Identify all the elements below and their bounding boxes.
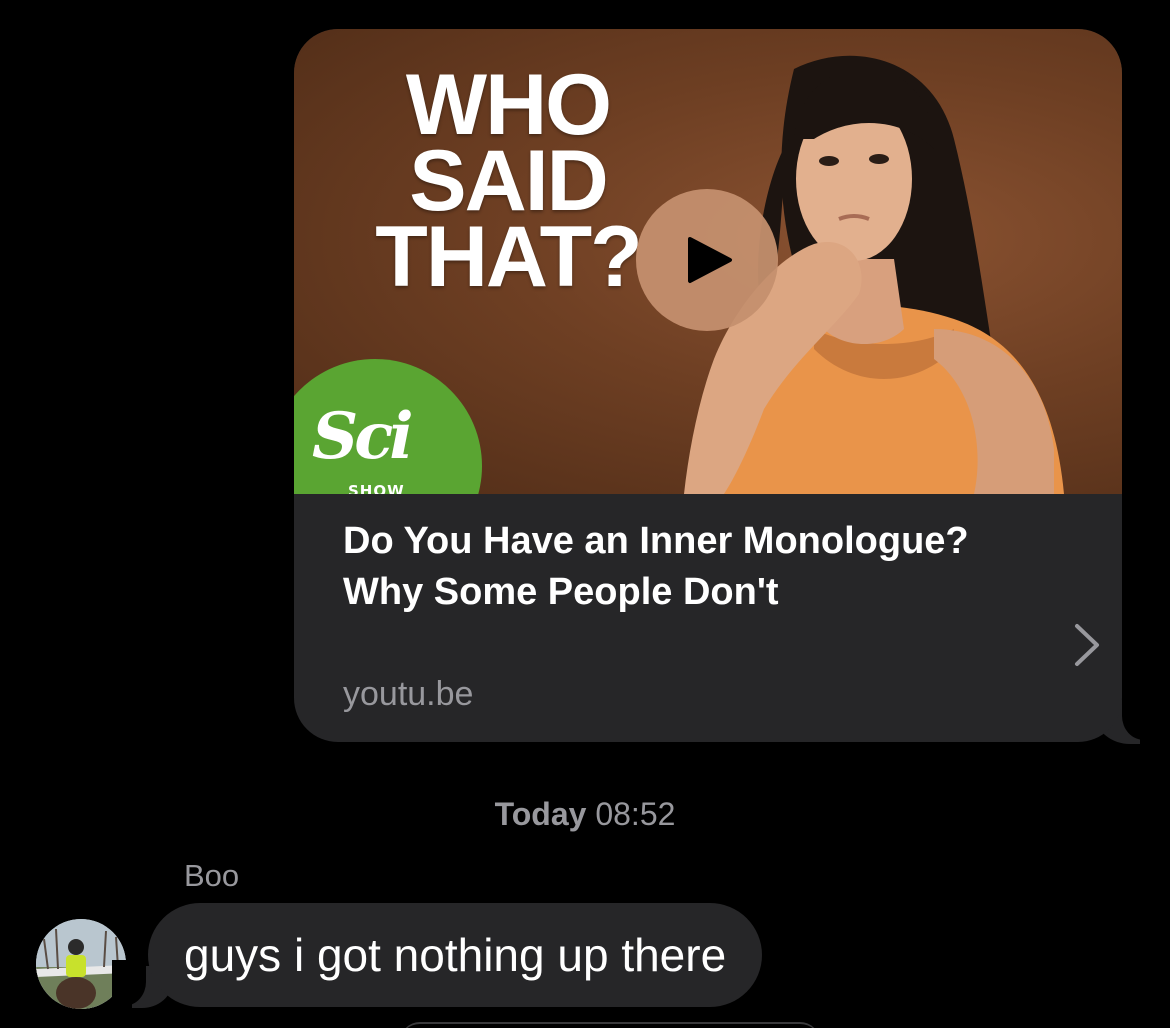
next-message-edge <box>400 1022 820 1028</box>
logo-subtext: SHOW <box>348 482 405 494</box>
link-info[interactable]: Do You Have an Inner Monologue? Why Some… <box>294 494 1122 742</box>
video-thumbnail[interactable]: WHO SAID THAT? Sci SHOW <box>294 29 1122 494</box>
link-title: Do You Have an Inner Monologue? Why Some… <box>343 520 969 613</box>
timestamp-time: 08:52 <box>595 796 676 832</box>
timestamp-day: Today <box>494 796 587 832</box>
thumbnail-headline: WHO SAID THAT? <box>375 57 642 305</box>
message-timestamp: Today 08:52 <box>0 796 1170 833</box>
messages-screen: WHO SAID THAT? Sci SHOW Do You Have an I… <box>0 0 1170 1028</box>
play-icon <box>688 237 732 283</box>
chevron-right-icon <box>1075 624 1099 666</box>
logo-text: Sci <box>312 399 413 474</box>
message-bubble[interactable]: guys i got nothing up there <box>148 903 763 1007</box>
message-text: guys i got nothing up there <box>184 929 727 981</box>
sender-name: Boo <box>184 858 240 893</box>
link-domain: youtu.be <box>343 675 474 713</box>
play-button[interactable] <box>636 189 778 331</box>
link-preview-bubble[interactable]: WHO SAID THAT? Sci SHOW Do You Have an I… <box>294 29 1122 742</box>
